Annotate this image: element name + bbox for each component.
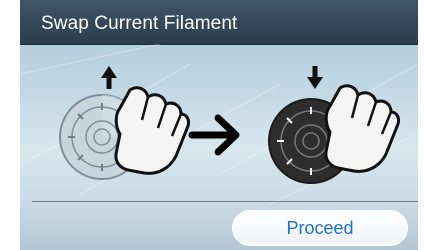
header-bar: Swap Current Filament [20,0,418,45]
arrow-up-icon [101,66,117,89]
arrow-right-icon [188,114,240,156]
page-title: Swap Current Filament [41,13,238,34]
filament-swap-illustration [59,66,400,184]
divider [32,201,418,202]
filament-swap-screen: Swap Current Filament Proceed [20,0,418,250]
hand-icon [324,84,400,173]
arrow-down-icon [307,66,323,89]
hand-icon [114,86,190,175]
proceed-button[interactable]: Proceed [232,210,408,246]
